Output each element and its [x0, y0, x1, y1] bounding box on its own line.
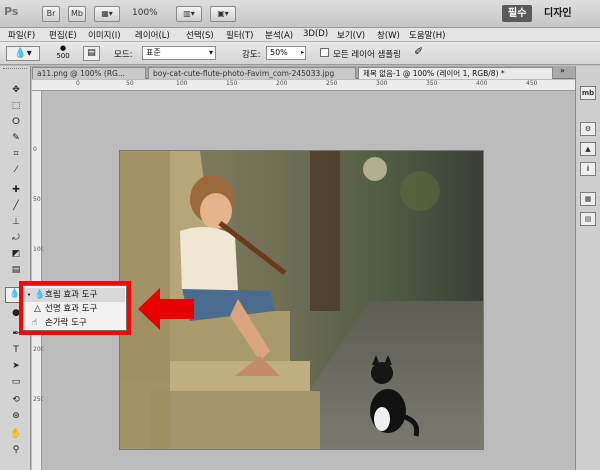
brush-presets-icon[interactable]: ▦ — [580, 192, 596, 206]
ruler-label: 0 — [76, 80, 80, 87]
right-panel-dock: mb ⚙ ▲ i ▦ ▤ — [575, 66, 600, 470]
menu-layer[interactable]: 레이어(L) — [135, 29, 170, 41]
lasso-tool-icon[interactable]: ⵔ — [7, 116, 25, 129]
chevron-down-icon: ▾ — [208, 48, 213, 57]
hand-tool-icon[interactable]: ✋ — [7, 428, 25, 441]
brush-size: 500 — [56, 52, 70, 60]
clone-stamp-tool-icon[interactable]: ⊥ — [7, 216, 25, 229]
workspace-design[interactable]: 디자인 — [538, 5, 578, 22]
menu-bar: 파일(F) 편집(E) 이미지(I) 레이어(L) 선택(S) 필터(T) 분석… — [0, 28, 600, 42]
brush-preset-picker[interactable]: ● 500 — [50, 44, 76, 63]
menu-edit[interactable]: 편집(E) — [49, 29, 77, 41]
marquee-tool-icon[interactable]: ⬚ — [7, 100, 25, 113]
sample-all-layers-checkbox[interactable] — [320, 48, 329, 57]
strength-label: 강도: — [242, 50, 261, 60]
panel-grip[interactable] — [3, 68, 27, 73]
tab-label: boy-cat-cute-flute-photo-Favim_com-24503… — [153, 69, 335, 78]
document-tabs: a11.png @ 100% (RG... boy-cat-cute-flute… — [32, 66, 575, 79]
sample-all-layers-label: 모든 레이어 샘플링 — [333, 50, 401, 60]
tab-label: a11.png @ 100% (RG... — [37, 69, 125, 78]
ruler-label: 350 — [426, 80, 438, 87]
ruler-label: 400 — [476, 80, 488, 87]
ruler-horizontal: 0 50 100 150 200 250 300 350 400 450 — [32, 80, 575, 91]
menu-help[interactable]: 도움말(H) — [409, 29, 445, 41]
ruler-label: 100 — [176, 80, 188, 87]
ruler-label: 200 — [276, 80, 288, 87]
healing-brush-tool-icon[interactable]: ✚ — [7, 184, 25, 197]
tab-untitled-1[interactable]: 제목 없음-1 @ 100% (레이어 1, RGB/8) * — [358, 67, 553, 79]
menu-analysis[interactable]: 분석(A) — [265, 29, 293, 41]
brush-tool-icon[interactable]: ╱ — [7, 200, 25, 213]
histogram-icon[interactable]: ▲ — [580, 142, 596, 156]
ruler-label: 50 — [126, 80, 134, 87]
screen-mode-button[interactable]: ▣▾ — [210, 6, 236, 22]
brush-dot-icon: ● — [59, 44, 67, 52]
crop-tool-icon[interactable]: ⌗ — [7, 148, 25, 161]
minibridge-button[interactable]: Mb — [68, 6, 86, 22]
mode-value: 표준 — [146, 48, 161, 57]
history-brush-tool-icon[interactable]: ⤾ — [7, 232, 25, 245]
ruler-label: 50 — [33, 196, 41, 203]
tool-preset-picker[interactable]: 💧▾ — [6, 46, 40, 61]
tab-label: 제목 없음-1 @ 100% (레이어 1, RGB/8) * — [363, 69, 505, 78]
ruler-label: 450 — [526, 80, 538, 87]
mode-label: 모드: — [114, 50, 133, 60]
photoshop-logo: Ps — [4, 5, 19, 18]
eraser-tool-icon[interactable]: ◩ — [7, 248, 25, 261]
clone-source-icon[interactable]: ▤ — [580, 212, 596, 226]
zoom-level[interactable]: 100% — [132, 8, 158, 18]
chevron-right-icon: ▸ — [300, 49, 304, 56]
options-bar: 💧▾ ● 500 ▤ 모드: 표준 ▾ 강도: 50% ▸ 모든 레이어 샘플링 ✐ — [0, 42, 600, 65]
ruler-label: 250 — [326, 80, 338, 87]
ruler-label: 150 — [226, 80, 238, 87]
annotation-arrow-icon — [138, 288, 194, 330]
annotation-highlight-box — [19, 281, 131, 335]
3d-orbit-tool-icon[interactable]: ⊛ — [7, 410, 25, 423]
type-tool-icon[interactable]: T — [7, 344, 25, 357]
ruler-label: 300 — [376, 80, 388, 87]
tab-a11[interactable]: a11.png @ 100% (RG... — [32, 67, 146, 79]
mode-select[interactable]: 표준 ▾ — [142, 46, 216, 60]
blur-drop-icon: 💧 — [14, 48, 27, 59]
menu-file[interactable]: 파일(F) — [8, 29, 35, 41]
menu-view[interactable]: 보기(V) — [337, 29, 365, 41]
eyedropper-tool-icon[interactable]: ⁄ — [7, 164, 25, 177]
bridge-button[interactable]: Br — [42, 6, 60, 22]
workspace-essentials[interactable]: 필수 — [502, 5, 533, 22]
arrange-documents-button[interactable]: ▥▾ — [176, 6, 202, 22]
tabs-overflow-icon[interactable]: » — [560, 66, 565, 75]
move-tool-icon[interactable]: ✥ — [7, 84, 25, 97]
brush-panel-button[interactable]: ▤ — [83, 46, 100, 61]
view-extras-button[interactable]: ▦▾ — [94, 6, 120, 22]
tab-boy-cat[interactable]: boy-cat-cute-flute-photo-Favim_com-24503… — [148, 67, 356, 79]
mini-bridge-panel-icon[interactable]: mb — [580, 86, 596, 100]
menu-select[interactable]: 선택(S) — [186, 29, 214, 41]
shape-tool-icon[interactable]: ▭ — [7, 376, 25, 389]
ruler-label: 0 — [33, 146, 37, 153]
gradient-tool-icon[interactable]: ▤ — [7, 264, 25, 277]
strength-input[interactable]: 50% ▸ — [266, 46, 306, 60]
path-selection-tool-icon[interactable]: ➤ — [7, 360, 25, 373]
quick-selection-tool-icon[interactable]: ✎ — [7, 132, 25, 145]
menu-window[interactable]: 창(W) — [377, 29, 400, 41]
brush-panel-icon: ▤ — [87, 48, 96, 58]
info-icon[interactable]: i — [580, 162, 596, 176]
settings-gear-icon[interactable]: ⚙ — [580, 122, 596, 136]
menu-image[interactable]: 이미지(I) — [88, 29, 121, 41]
tools-panel: ✥ ⬚ ⵔ ✎ ⌗ ⁄ ✚ ╱ ⊥ ⤾ ◩ ▤ 💧 ● ✒ T ➤ ▭ ⟲ ⊛ … — [0, 66, 31, 470]
menu-3d[interactable]: 3D(D) — [303, 29, 328, 39]
strength-value: 50% — [270, 48, 288, 57]
zoom-tool-icon[interactable]: ⚲ — [7, 444, 25, 457]
menu-filter[interactable]: 필터(T) — [226, 29, 253, 41]
photoshop-window: Ps Br Mb ▦▾ 100% ▥▾ ▣▾ 필수 디자인 파일(F) 편집(E… — [0, 0, 600, 470]
3d-rotate-tool-icon[interactable]: ⟲ — [7, 394, 25, 407]
application-bar: Ps Br Mb ▦▾ 100% ▥▾ ▣▾ 필수 디자인 — [0, 0, 600, 28]
pressure-icon[interactable]: ✐ — [414, 45, 423, 58]
